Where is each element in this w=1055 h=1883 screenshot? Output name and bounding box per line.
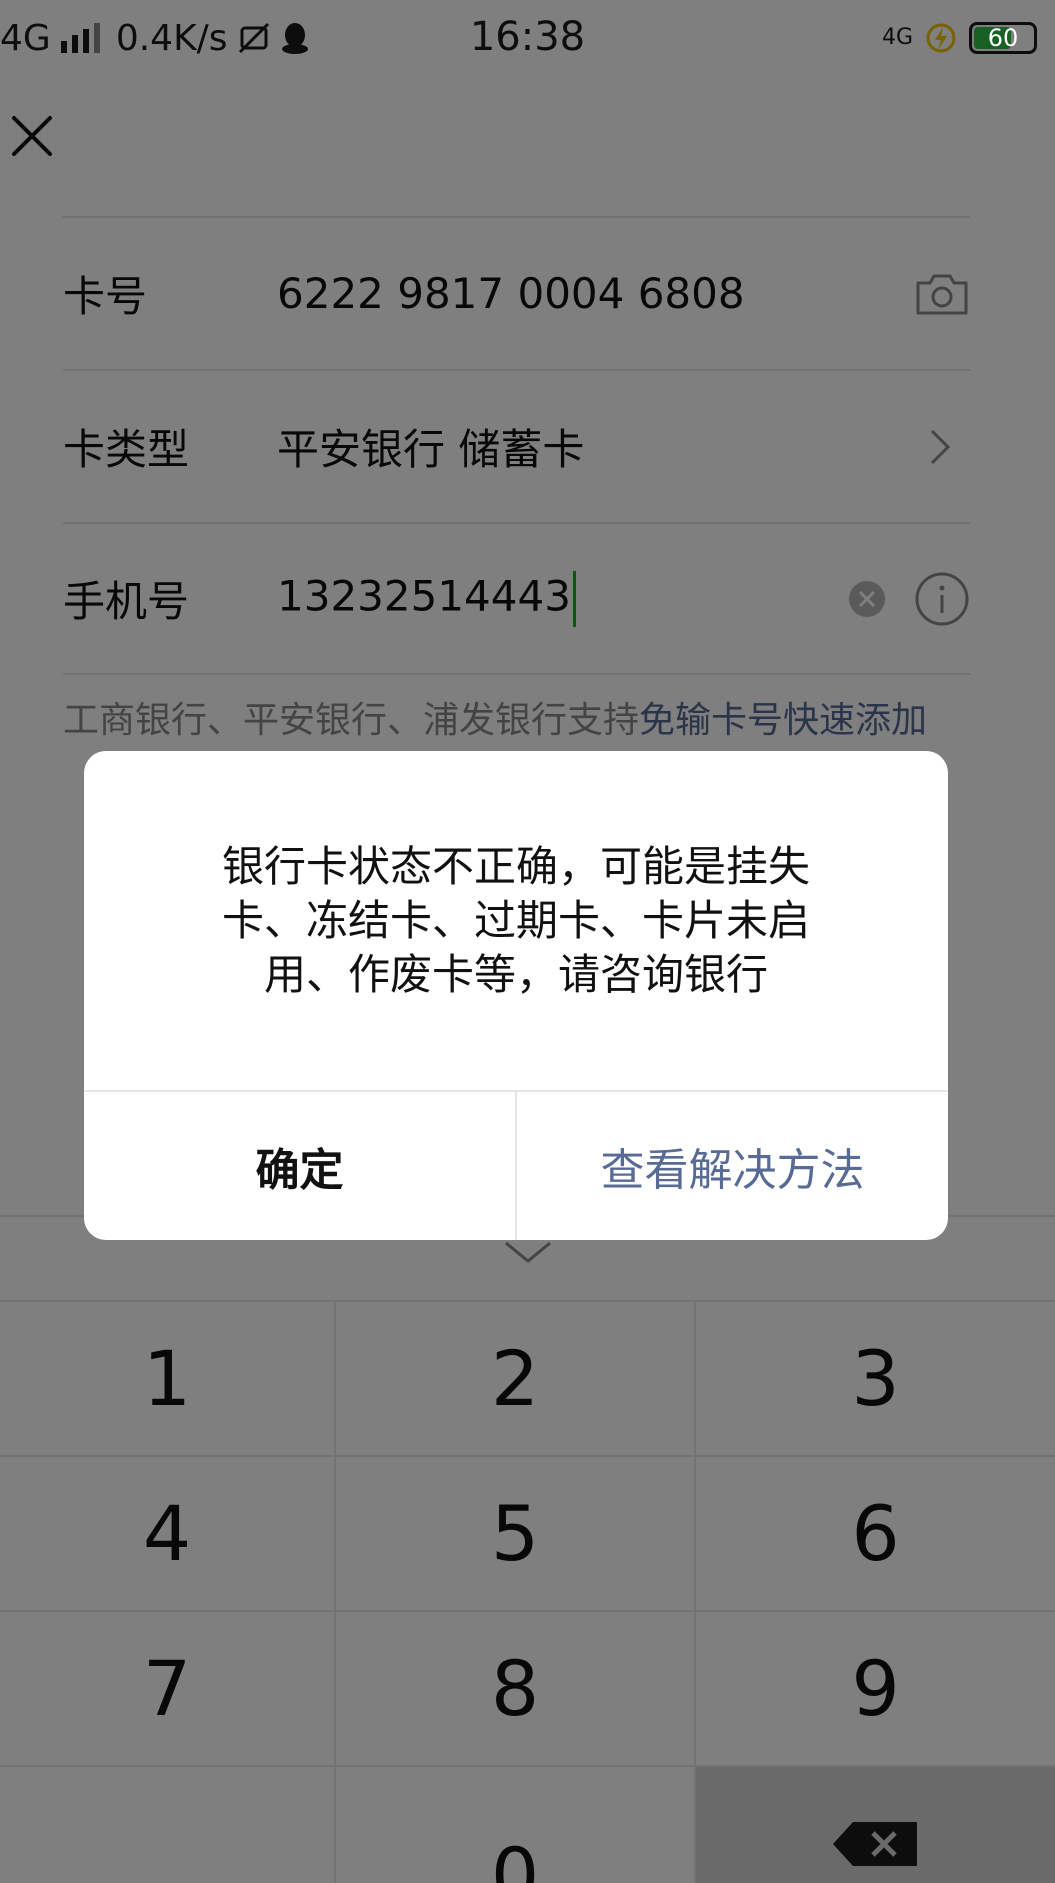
- confirm-button[interactable]: 确定: [84, 1092, 517, 1240]
- battery-level: 60: [987, 24, 1019, 52]
- dialog-message: 银行卡状态不正确，可能是挂失卡、冻结卡、过期卡、卡片未启用、作废卡等，请咨询银行: [221, 841, 810, 999]
- view-solution-button[interactable]: 查看解决方法: [517, 1092, 948, 1240]
- dialog-actions: 确定 查看解决方法: [84, 1090, 948, 1240]
- error-dialog: 银行卡状态不正确，可能是挂失卡、冻结卡、过期卡、卡片未启用、作废卡等，请咨询银行…: [84, 751, 948, 1240]
